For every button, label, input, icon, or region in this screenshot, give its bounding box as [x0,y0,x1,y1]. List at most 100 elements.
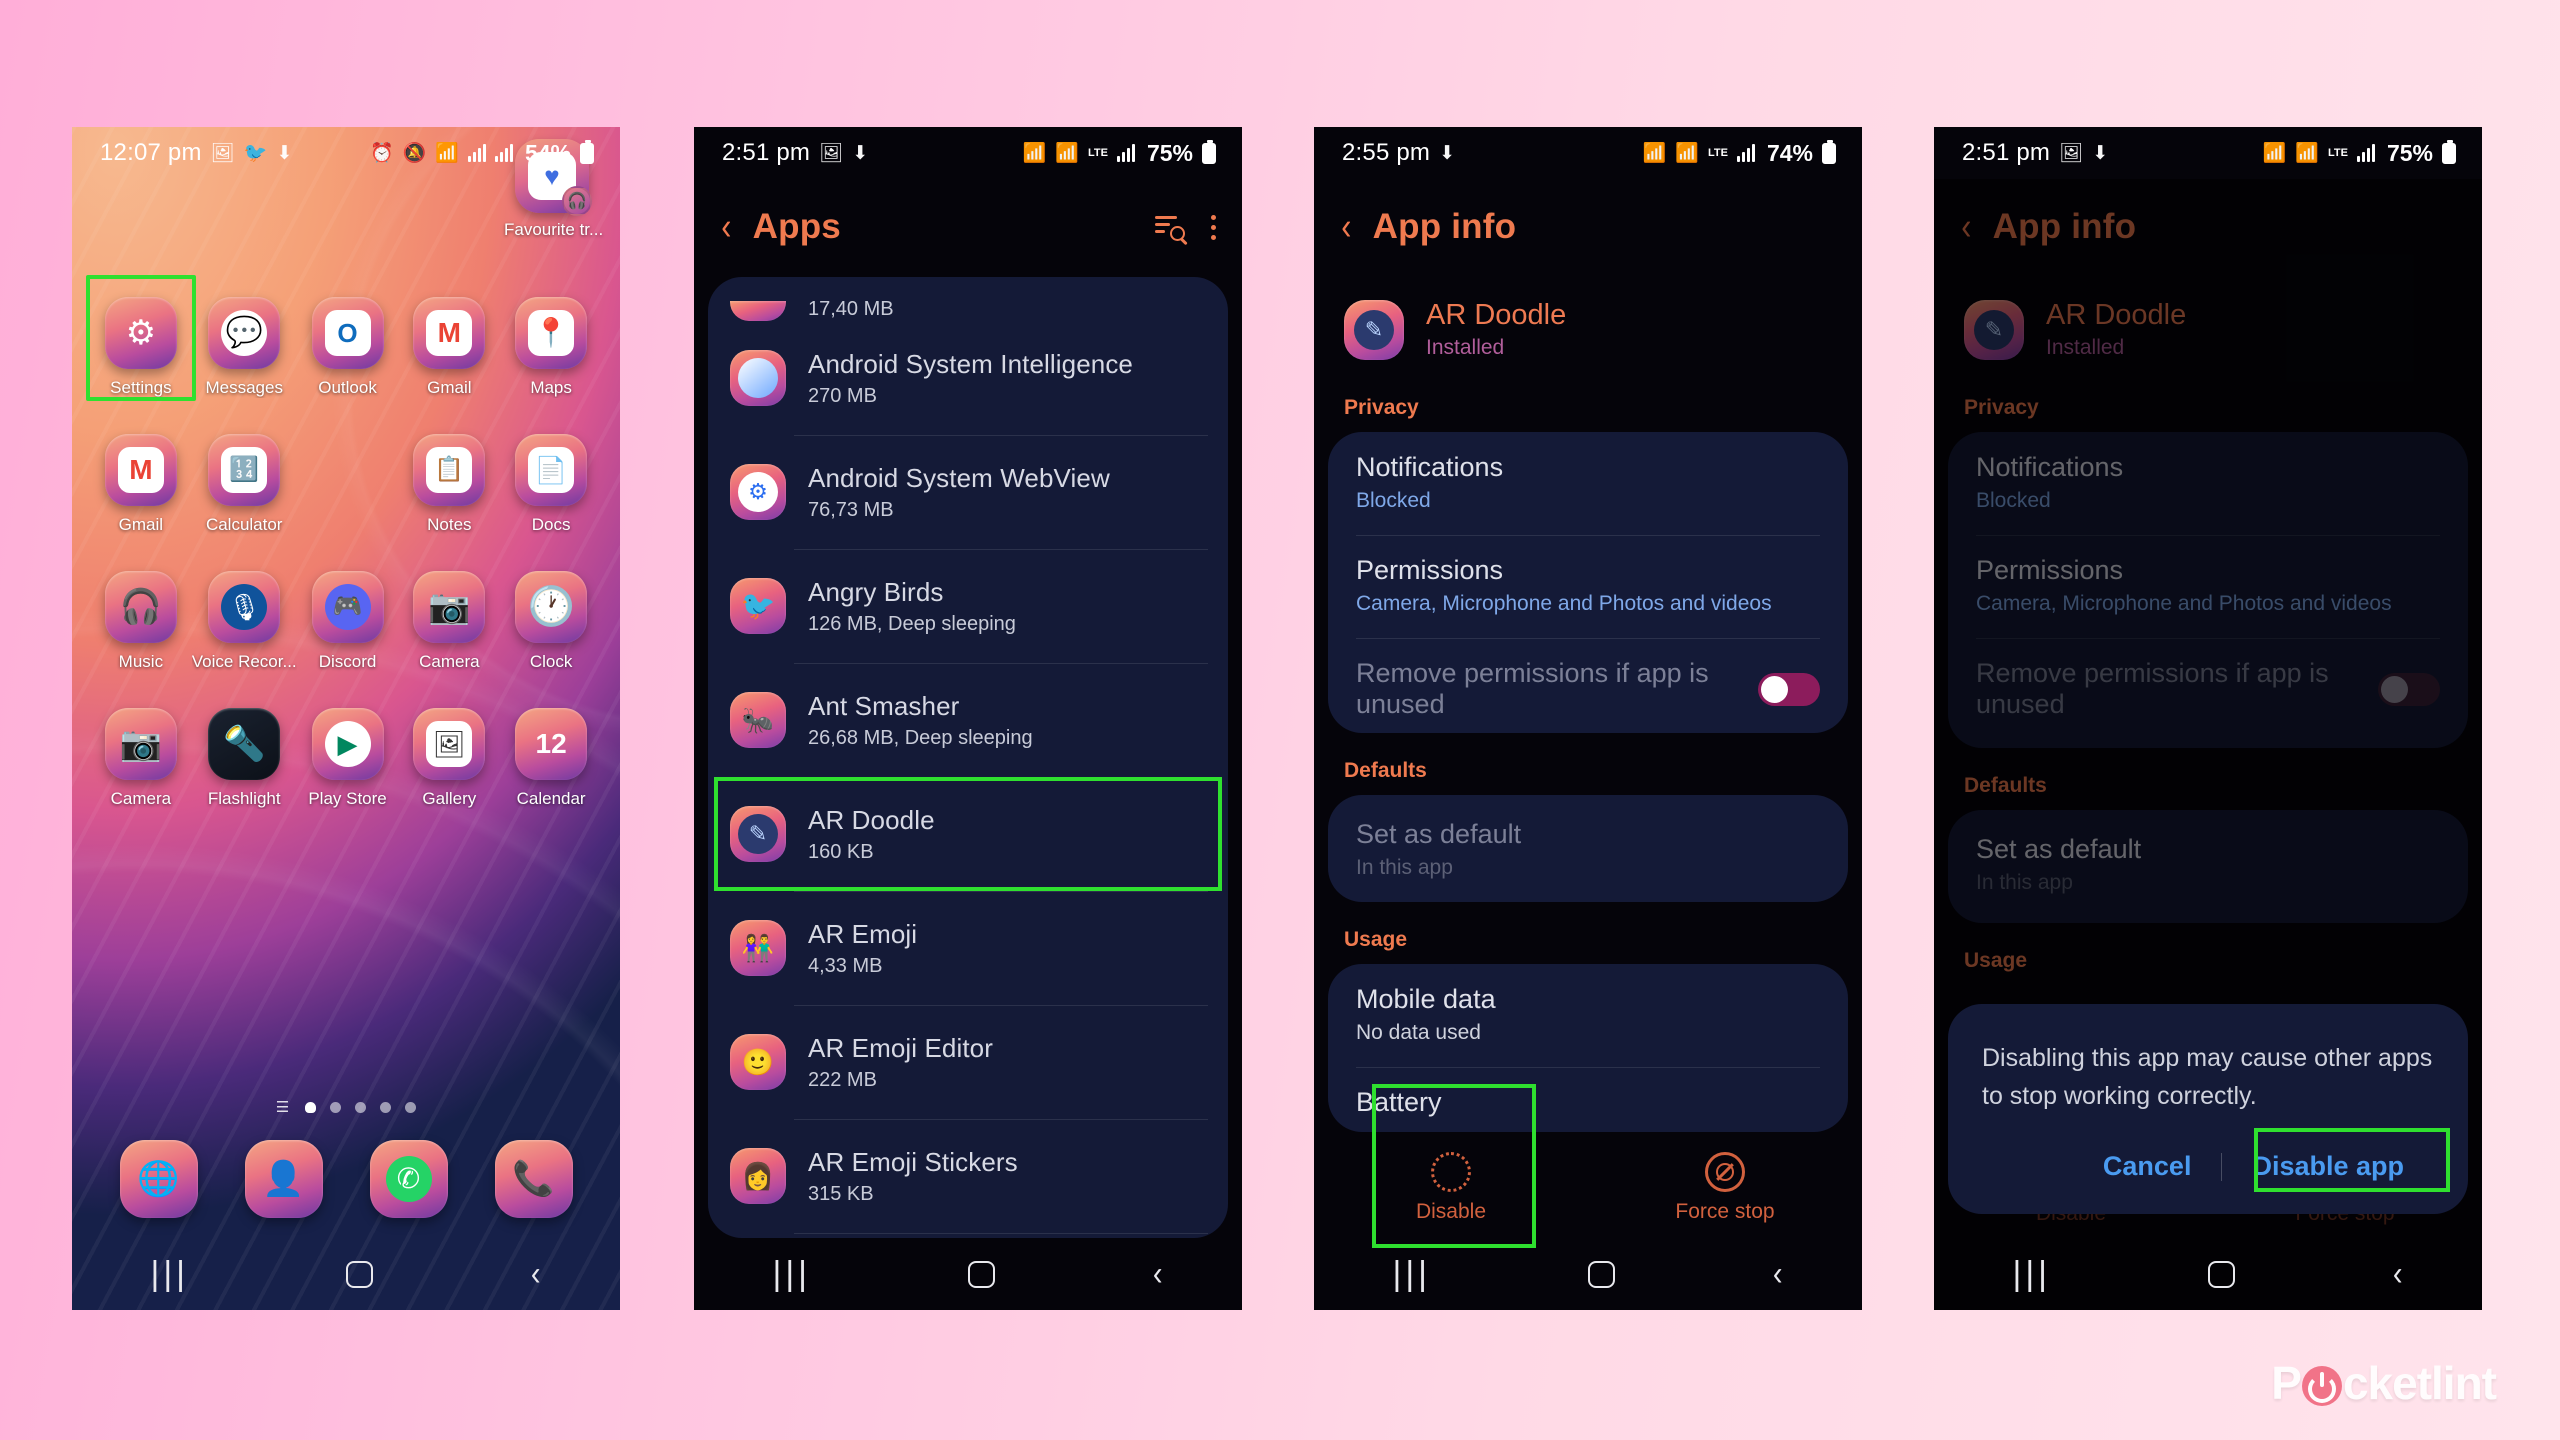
chevron-left-icon[interactable]: ‹ [1341,208,1351,246]
app-settings[interactable]: ⚙ Settings [85,275,196,401]
table-row[interactable]: 👫 AR Emoji 4,33 MB [708,891,1228,1005]
home-button[interactable] [2208,1260,2236,1288]
row-mobile-data[interactable]: Mobile data No data used [1328,964,1848,1067]
chevron-left-icon[interactable]: ‹ [721,208,731,246]
section-label-usage: Usage [1344,928,1408,952]
docs-icon[interactable]: 📄 [515,434,588,506]
outlook-icon[interactable]: O [311,297,384,369]
app-gmail[interactable]: M Gmail [398,297,500,398]
home-button[interactable] [968,1260,996,1288]
row-notifications[interactable]: Notifications Blocked [1328,432,1848,535]
list-item-partial[interactable]: 17,40 MB [708,277,1228,321]
flashlight-icon[interactable]: 🔦 [208,708,281,780]
app-discord[interactable]: 🎮 Discord [297,571,399,672]
kebab-menu-icon[interactable] [1211,214,1216,240]
home-button[interactable] [346,1260,374,1288]
app-size: 160 KB [808,840,874,863]
maps-pin-icon[interactable]: 📍 [515,297,588,369]
app-label: Music [118,652,164,671]
app-maps[interactable]: 📍 Maps [500,297,602,398]
home-button[interactable] [1588,1260,1616,1288]
page-dot-home[interactable] [305,1101,317,1113]
disable-app-button[interactable]: Disable app [2222,1143,2434,1190]
dnd-icon: 🔕 [402,142,427,164]
chat-bubble-icon[interactable]: 💬 [208,297,281,369]
app-gallery[interactable]: 🖼 Gallery [398,708,500,809]
wifi-icon: 📶 [2295,142,2319,164]
recents-button[interactable]: ||| [773,1255,812,1294]
screen-header: ‹ App info [1314,179,1862,277]
app-camera[interactable]: 📷 Camera [398,571,500,672]
recents-button[interactable]: ||| [2013,1255,2052,1294]
back-button[interactable]: ‹ [1153,1255,1163,1294]
gear-icon[interactable]: ⚙ [104,297,177,369]
table-row-ar-doodle[interactable]: ✎ AR Doodle 160 KB [708,777,1228,891]
row-permissions[interactable]: Permissions Camera, Microphone and Photo… [1328,535,1848,638]
android-intelligence-icon [730,350,786,406]
app-calendar[interactable]: 12 Calendar [500,708,602,809]
app-label: Gmail [118,515,164,534]
recents-button[interactable]: ||| [151,1255,190,1294]
remove-permissions-toggle[interactable] [1758,672,1820,706]
app-music[interactable]: 🎧 Music [90,571,192,672]
row-subtitle: Camera, Microphone and Photos and videos [1356,592,1772,615]
notes-icon[interactable]: 📋 [413,434,486,506]
gmail-icon[interactable]: M [413,297,486,369]
page-title: App info [1372,207,1517,246]
apps-list[interactable]: 17,40 MB Android System Intelligence 270… [708,277,1228,1238]
app-camera-2[interactable]: 📷 Camera [90,708,192,809]
back-button[interactable]: ‹ [531,1255,541,1294]
page-indicator[interactable]: ☰ [72,1098,620,1116]
app-notes[interactable]: 📋 Notes [398,434,500,535]
calendar-icon[interactable]: 12 [515,708,588,780]
status-badge: Installed [1426,336,1505,359]
status-bar: 12:07 pm 🖼 🐦 ⬇ ⏰ 🔕 📶 54% [72,127,620,179]
back-button[interactable]: ‹ [1773,1255,1783,1294]
table-row[interactable]: ⚙ Android System WebView 76,73 MB [708,435,1228,549]
gallery-icon[interactable]: 🖼 [413,708,486,780]
app-outlook[interactable]: O Outlook [297,297,399,398]
app-clock[interactable]: 🕐 Clock [500,571,602,672]
camera-icon[interactable]: 📷 [413,571,486,643]
app-calculator[interactable]: 🔢 Calculator [192,434,297,535]
app-name: Android System Intelligence [808,348,1133,379]
app-size: 222 MB [808,1068,877,1091]
row-remove-permissions[interactable]: Remove permissions if app is unused [1328,638,1848,733]
sort-search-icon[interactable] [1155,214,1185,241]
app-docs[interactable]: 📄 Docs [500,434,602,535]
recents-button[interactable]: ||| [1393,1255,1432,1294]
force-stop-button[interactable]: Force stop [1588,1138,1862,1234]
camera-icon[interactable]: 📷 [104,708,177,780]
back-button[interactable]: ‹ [2393,1255,2403,1294]
phone-icon[interactable]: 📞 [494,1140,573,1218]
contacts-icon[interactable]: 👤 [244,1140,323,1218]
app-gmail-2[interactable]: M Gmail [90,434,192,535]
app-empty-slot [297,434,399,535]
page-dot[interactable] [405,1101,417,1113]
discord-icon[interactable]: 🎮 [311,571,384,643]
microphone-icon[interactable]: 🎙 [208,571,281,643]
cancel-button[interactable]: Cancel [2073,1143,2222,1190]
calculator-icon[interactable]: 🔢 [208,434,281,506]
page-dot[interactable] [355,1101,367,1113]
browser-icon[interactable]: 🌐 [119,1140,198,1218]
headphones-icon[interactable]: 🎧 [104,571,177,643]
gmail-icon[interactable]: M [104,434,177,506]
table-row[interactable]: 👩 AR Emoji Stickers 315 KB [708,1119,1228,1233]
app-messages[interactable]: 💬 Messages [192,297,297,398]
page-dot[interactable] [380,1101,392,1113]
row-set-as-default[interactable]: Set as default In this app [1328,795,1848,903]
app-flashlight[interactable]: 🔦 Flashlight [192,708,297,809]
clock-icon[interactable]: 🕐 [515,571,588,643]
row-battery[interactable]: Battery [1328,1067,1848,1132]
app-voice-recorder[interactable]: 🎙 Voice Recor... [192,571,297,672]
play-store-icon[interactable]: ▶ [311,708,384,780]
table-row[interactable]: 🙂 AR Emoji Editor 222 MB [708,1005,1228,1119]
table-row[interactable]: 🐦 Angry Birds 126 MB, Deep sleeping [708,549,1228,663]
page-dot[interactable] [330,1101,342,1113]
table-row[interactable]: Android System Intelligence 270 MB [708,321,1228,435]
disable-button[interactable]: Disable [1314,1138,1588,1234]
app-play-store[interactable]: ▶ Play Store [297,708,399,809]
table-row[interactable]: 🐜 Ant Smasher 26,68 MB, Deep sleeping [708,663,1228,777]
whatsapp-icon[interactable]: ✆ [369,1140,448,1218]
